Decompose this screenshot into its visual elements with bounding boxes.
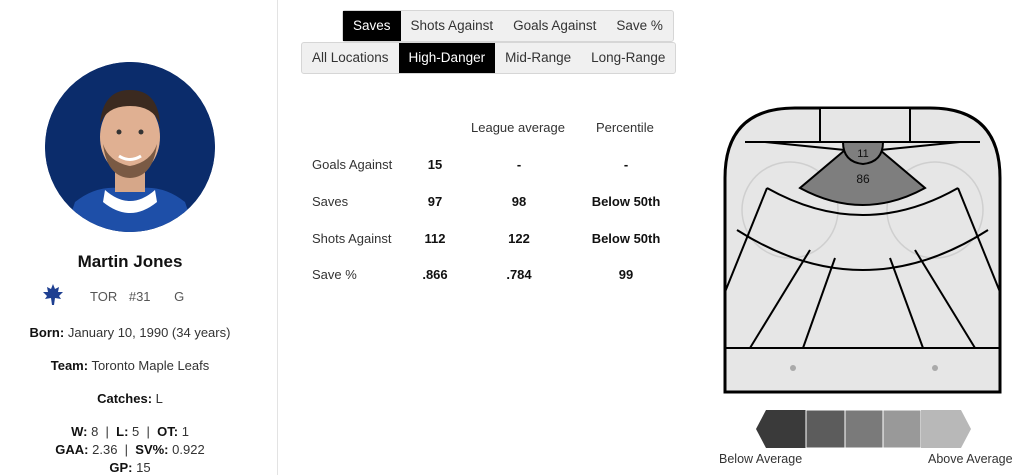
player-meta: TOR #31 G <box>90 289 192 304</box>
gaa-label: GAA: <box>55 442 89 457</box>
value-saves: 97 <box>427 194 443 209</box>
wins-label: W: <box>71 424 88 439</box>
tab-high-danger[interactable]: High-Danger <box>398 43 496 73</box>
value-goals-against: 15 <box>427 157 443 172</box>
losses-value: 5 <box>132 424 140 439</box>
record-line: W: 8 | L: 5 | OT: 1 <box>71 424 189 439</box>
team-label: Team: <box>50 358 89 373</box>
slot-value: 86 <box>856 172 870 186</box>
jersey-number: #31 <box>128 289 151 304</box>
svpct-value: 0.922 <box>172 442 205 457</box>
league-goals-against: - <box>516 157 522 172</box>
tab-long-range[interactable]: Long-Range <box>581 43 675 73</box>
league-save-pct: .784 <box>506 267 532 282</box>
legend-swatch-3 <box>844 410 884 448</box>
tab-all-locations[interactable]: All Locations <box>302 43 399 73</box>
dot-right <box>932 365 938 371</box>
team-value: Toronto Maple Leafs <box>91 358 210 373</box>
league-shots-against: 122 <box>508 231 530 246</box>
team-abbr: TOR <box>90 289 118 304</box>
tab-goals-against[interactable]: Goals Against <box>503 11 606 41</box>
percentile-goals-against: - <box>623 157 629 172</box>
row-label-shots-against: Shots Against <box>312 231 392 246</box>
svpct-label: SV%: <box>135 442 169 457</box>
percentile-shots-against: Below 50th <box>591 231 661 246</box>
legend-swatch-4 <box>882 410 922 448</box>
legend-swatch-2 <box>805 410 846 448</box>
gp-line: GP: 15 <box>0 460 260 475</box>
header-percentile: Percentile <box>596 120 654 135</box>
rink-zone-map: 11 86 <box>723 106 1002 394</box>
percentile-saves: Below 50th <box>591 194 661 209</box>
legend-above-average: Above Average <box>928 452 1013 466</box>
player-profile-panel: Martin Jones TOR #31 G Born: January 10,… <box>0 0 278 475</box>
legend-swatch-1 <box>756 410 806 448</box>
gp-label: GP: <box>109 460 133 475</box>
player-position: G <box>174 289 185 304</box>
metric-tab-group: Saves Shots Against Goals Against Save % <box>342 10 674 42</box>
color-legend <box>756 410 971 448</box>
born-label: Born: <box>29 325 65 340</box>
tab-save-pct[interactable]: Save % <box>606 11 673 41</box>
league-saves: 98 <box>511 194 527 209</box>
value-save-pct: .866 <box>422 267 448 282</box>
tab-saves[interactable]: Saves <box>343 11 401 41</box>
dot-left <box>790 365 796 371</box>
player-avatar <box>45 62 215 232</box>
gp-value: 15 <box>136 460 151 475</box>
legend-below-average: Below Average <box>719 452 803 466</box>
row-label-goals-against: Goals Against <box>312 157 393 172</box>
legend-swatch-5 <box>921 410 971 448</box>
born-line: Born: January 10, 1990 (34 years) <box>0 325 260 340</box>
wins-value: 8 <box>91 424 99 439</box>
tab-mid-range[interactable]: Mid-Range <box>495 43 581 73</box>
born-value: January 10, 1990 (34 years) <box>67 325 231 340</box>
goal-net <box>819 107 911 143</box>
ot-label: OT: <box>157 424 179 439</box>
catches-label: Catches: <box>97 391 153 406</box>
tab-shots-against[interactable]: Shots Against <box>401 11 504 41</box>
crease-value: 11 <box>857 148 868 160</box>
location-tab-group: All Locations High-Danger Mid-Range Long… <box>301 42 677 74</box>
losses-label: L: <box>116 424 129 439</box>
gaa-svpct-line: GAA: 2.36 | SV%: 0.922 <box>55 442 205 457</box>
player-name: Martin Jones <box>77 252 183 271</box>
row-label-save-pct: Save % <box>312 267 357 282</box>
header-league-average: League average <box>471 120 565 135</box>
ot-value: 1 <box>181 424 189 439</box>
team-line: Team: Toronto Maple Leafs <box>0 358 260 373</box>
gaa-value: 2.36 <box>92 442 118 457</box>
row-label-saves: Saves <box>312 194 349 209</box>
catches-line: Catches: L <box>0 391 260 406</box>
value-shots-against: 112 <box>424 231 446 246</box>
maple-leaf-logo-icon <box>41 283 65 307</box>
catches-value: L <box>155 391 163 406</box>
percentile-save-pct: 99 <box>618 267 634 282</box>
